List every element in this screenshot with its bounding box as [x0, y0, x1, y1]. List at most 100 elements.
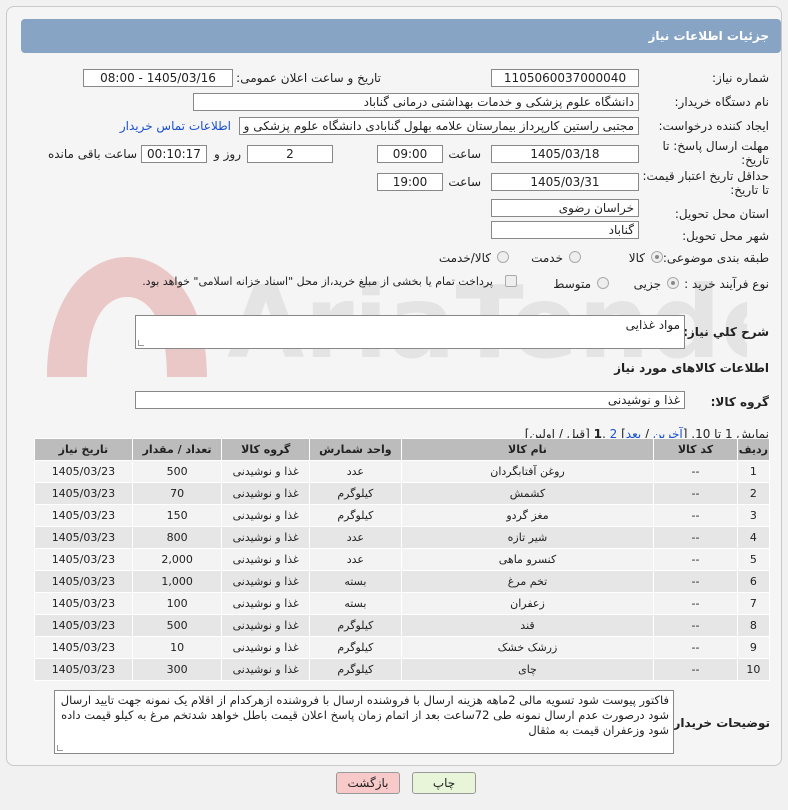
- item-date: 1405/03/23: [34, 526, 133, 549]
- item-qty: 100: [131, 592, 223, 615]
- buyer-org-label: نام دستگاه خریدار:: [674, 95, 770, 109]
- back-button[interactable]: بازگشت: [336, 772, 400, 794]
- table-row: 7 -- زعفران بسته غذا و نوشیدنی 100 1405/03/23: [34, 592, 771, 615]
- item-group: غذا و نوشیدنی: [221, 570, 311, 593]
- table-header-row: ردیف کد کالا نام کالا واحد شمارش گروه کا…: [34, 438, 771, 461]
- page-title: جزئیات اطلاعات نیاز: [21, 19, 781, 53]
- item-name: کنسرو ماهی: [400, 548, 655, 571]
- item-name: قند: [400, 614, 655, 637]
- deadline-label-line1: مهلت ارسال پاسخ: تا: [662, 139, 769, 153]
- category-option-service: خدمت: [531, 251, 563, 265]
- table-row: 5 -- کنسرو ماهی عدد غذا و نوشیدنی 2,000 1405/0…: [34, 548, 771, 571]
- row-number: 4: [736, 526, 771, 549]
- item-name: زرشک خشک: [400, 636, 655, 659]
- remaining-label: ساعت باقی مانده: [47, 147, 137, 161]
- category-radio-goods[interactable]: [651, 251, 663, 263]
- treasury-checkbox[interactable]: [505, 275, 517, 287]
- table-row: 8 -- قند کیلوگرم غذا و نوشیدنی 500 1405/03/23: [34, 614, 771, 637]
- goods-info-title: اطلاعات کالاهای مورد نیاز: [614, 361, 769, 375]
- item-code: --: [653, 482, 738, 505]
- need-number-field: 1105060037000040: [491, 69, 639, 87]
- process-radio-minor[interactable]: [667, 277, 679, 289]
- item-qty: 70: [131, 482, 223, 505]
- item-group: غذا و نوشیدنی: [221, 482, 311, 505]
- validity-label-line2: تا تاریخ:: [730, 183, 769, 197]
- process-option-medium: متوسط: [553, 277, 591, 291]
- items-table: ردیف کد کالا نام کالا واحد شمارش گروه کا…: [34, 438, 771, 681]
- item-qty: 800: [131, 526, 223, 549]
- row-number: 8: [736, 614, 771, 637]
- deadline-time-label: ساعت: [448, 147, 481, 161]
- item-group: غذا و نوشیدنی: [221, 548, 311, 571]
- item-code: --: [653, 636, 738, 659]
- row-number: 6: [736, 570, 771, 593]
- item-name: تخم مرغ: [400, 570, 655, 593]
- item-code: --: [653, 526, 738, 549]
- table-row: 9 -- زرشک خشک کیلوگرم غذا و نوشیدنی 10 1405/03…: [34, 636, 771, 659]
- item-qty: 500: [131, 460, 223, 483]
- days-field: 2: [247, 145, 333, 163]
- general-desc-text: مواد غذایی: [625, 318, 680, 332]
- item-qty: 150: [131, 504, 223, 527]
- table-row: 2 -- کشمش کیلوگرم غذا و نوشیدنی 70 1405/03/23: [34, 482, 771, 505]
- item-date: 1405/03/23: [34, 460, 133, 483]
- col-code: کد کالا: [653, 438, 738, 461]
- category-option-goods-service: کالا/خدمت: [438, 251, 491, 265]
- item-qty: 1,000: [131, 570, 223, 593]
- validity-label-line1: حداقل تاریخ اعتبار قیمت:: [642, 169, 769, 183]
- announce-field: 1405/03/16 - 08:00: [83, 69, 233, 87]
- item-unit: کیلوگرم: [309, 658, 402, 681]
- item-qty: 300: [131, 658, 223, 681]
- validity-time-field: 19:00: [377, 173, 443, 191]
- buyer-notes-field: فاکتور پیوست شود تسویه مالی 2ماهه هزینه …: [54, 690, 674, 754]
- city-field: گناباد: [491, 221, 639, 239]
- resize-handle[interactable]: [138, 340, 144, 346]
- item-code: --: [653, 658, 738, 681]
- col-unit: واحد شمارش: [309, 438, 402, 461]
- item-date: 1405/03/23: [34, 482, 133, 505]
- creator-field: مجتبی راستین کارپرداز بیمارستان علامه به…: [239, 117, 639, 135]
- item-date: 1405/03/23: [34, 658, 133, 681]
- general-desc-field: مواد غذایی: [135, 315, 685, 349]
- item-qty: 2,000: [131, 548, 223, 571]
- validity-date-field: 1405/03/31: [491, 173, 639, 191]
- row-number: 7: [736, 592, 771, 615]
- general-desc-label: شرح کلي نياز:: [683, 325, 769, 339]
- buyer-org-field: دانشگاه علوم پزشکی و خدمات بهداشتی درمان…: [193, 93, 639, 111]
- process-radio-medium[interactable]: [597, 277, 609, 289]
- process-option-minor: جزیی: [633, 277, 661, 291]
- col-row: ردیف: [736, 438, 771, 461]
- print-button[interactable]: چاپ: [412, 772, 476, 794]
- item-name: روغن آفتابگردان: [400, 460, 655, 483]
- item-date: 1405/03/23: [34, 592, 133, 615]
- item-name: شیر تازه: [400, 526, 655, 549]
- goods-group-field: غذا و نوشیدنی: [135, 391, 685, 409]
- col-date: تاریخ نیاز: [34, 438, 133, 461]
- buyer-contact-link[interactable]: اطلاعات تماس خریدار: [120, 119, 231, 133]
- creator-label: ایجاد کننده درخواست:: [658, 119, 769, 133]
- col-name: نام کالا: [400, 438, 655, 461]
- item-unit: بسته: [309, 592, 402, 615]
- item-code: --: [653, 570, 738, 593]
- notes-resize-handle[interactable]: [57, 745, 63, 751]
- item-code: --: [653, 504, 738, 527]
- table-row: 4 -- شیر تازه عدد غذا و نوشیدنی 800 1405/03/23: [34, 526, 771, 549]
- city-label: شهر محل تحویل:: [682, 229, 769, 243]
- item-name: چای: [400, 658, 655, 681]
- deadline-date-field: 1405/03/18: [491, 145, 639, 163]
- col-qty: تعداد / مقدار: [131, 438, 223, 461]
- item-unit: عدد: [309, 548, 402, 571]
- item-date: 1405/03/23: [34, 614, 133, 637]
- payment-note: پرداخت تمام یا بخشی از مبلغ خرید،از محل …: [142, 275, 493, 288]
- row-number: 2: [736, 482, 771, 505]
- item-code: --: [653, 592, 738, 615]
- row-number: 1: [736, 460, 771, 483]
- item-unit: عدد: [309, 460, 402, 483]
- category-radio-goods-service[interactable]: [497, 251, 509, 263]
- item-group: غذا و نوشیدنی: [221, 614, 311, 637]
- item-code: --: [653, 548, 738, 571]
- remaining-time-field: 00:10:17: [141, 145, 207, 163]
- item-name: زعفران: [400, 592, 655, 615]
- category-radio-service[interactable]: [569, 251, 581, 263]
- item-group: غذا و نوشیدنی: [221, 592, 311, 615]
